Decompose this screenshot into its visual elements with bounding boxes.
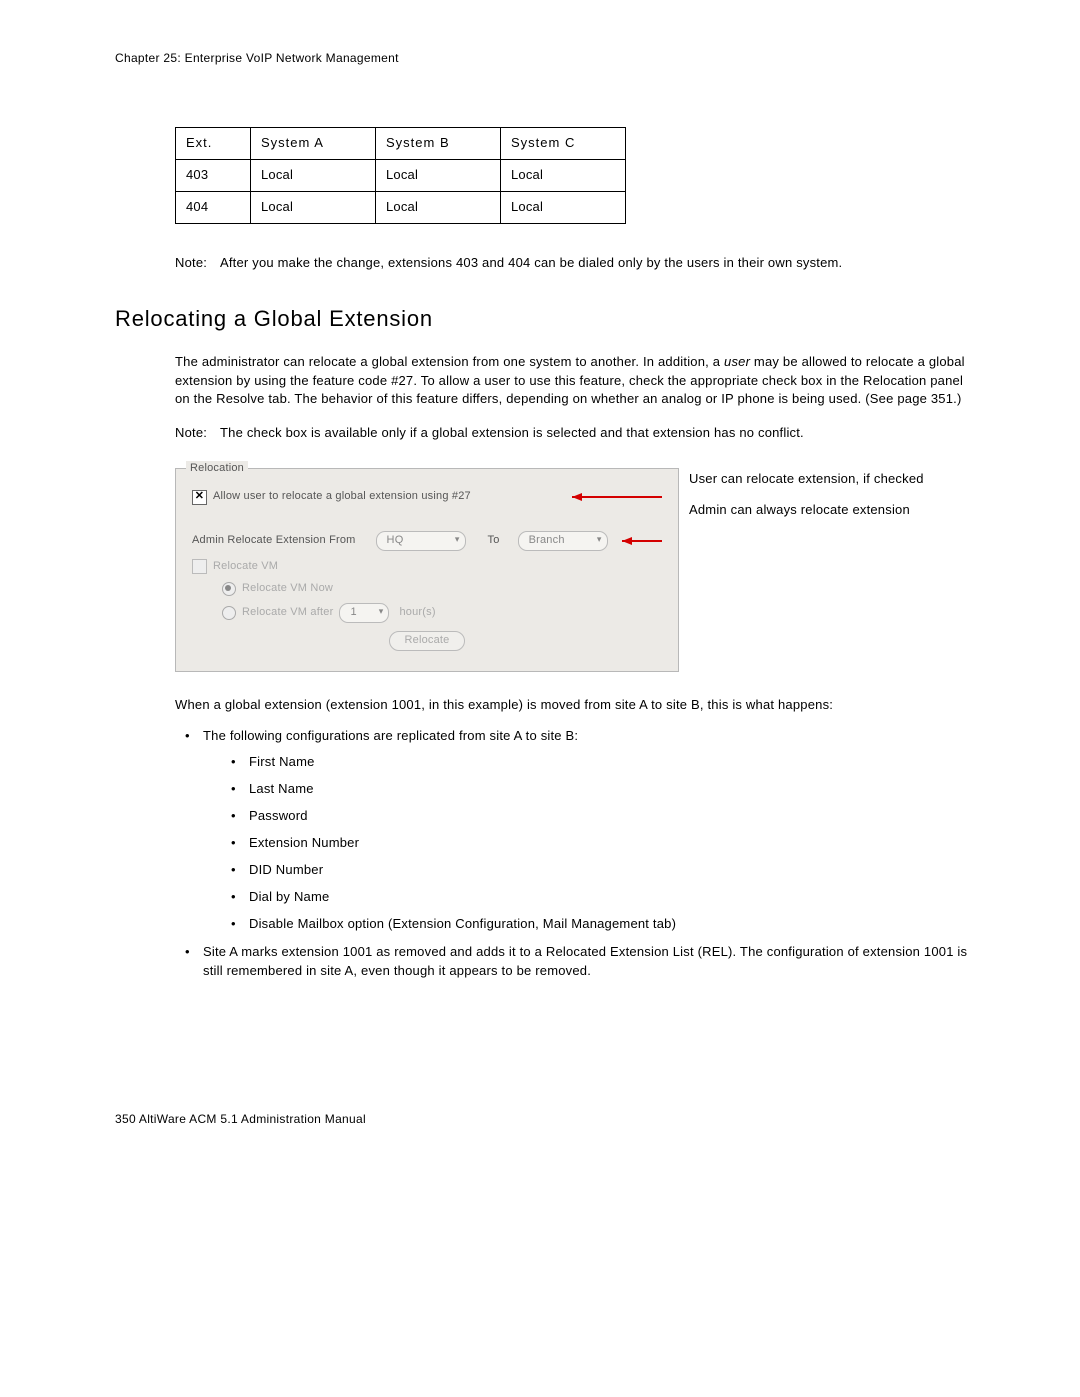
body-paragraph: When a global extension (extension 1001,… [175,696,970,715]
groupbox-label: Relocation [186,461,248,477]
relocate-vm-now-label: Relocate VM Now [242,581,333,597]
list-item: Last Name [231,780,970,799]
table-row: 403 Local Local Local [176,160,626,192]
note-text: The check box is available only if a glo… [220,424,970,443]
relocate-vm-after-unit: hour(s) [399,605,435,621]
list-item: Disable Mailbox option (Extension Config… [231,915,970,934]
list-item: Dial by Name [231,888,970,907]
figure-callouts: User can relocate extension, if checked … [679,468,970,672]
table-header-sys-c: System C [501,128,626,160]
to-system-dropdown[interactable]: Branch [518,531,608,551]
allow-user-checkbox[interactable]: ✕ [192,490,207,505]
para-emphasis: user [724,354,750,369]
body-paragraph: The administrator can relocate a global … [175,353,970,410]
table-header-ext: Ext. [176,128,251,160]
list-item: DID Number [231,861,970,880]
relocate-vm-checkbox[interactable] [192,559,207,574]
relocate-vm-label: Relocate VM [213,559,278,575]
bullet-list: The following configurations are replica… [185,727,970,981]
relocation-panel: Relocation ✕ Allow user to relocate a gl… [175,468,679,672]
callout-text: Admin can always relocate extension [689,501,970,520]
list-item: Site A marks extension 1001 as removed a… [185,943,970,981]
section-heading: Relocating a Global Extension [115,303,970,335]
relocate-vm-after-label: Relocate VM after [242,605,333,621]
from-system-dropdown[interactable]: HQ [376,531,466,551]
note-block: Note: After you make the change, extensi… [175,254,970,273]
list-item: The following configurations are replica… [185,727,970,934]
table-row: 404 Local Local Local [176,192,626,224]
to-label: To [488,533,500,549]
table-cell: Local [501,192,626,224]
list-text: The following configurations are replica… [203,728,578,743]
admin-relocate-label: Admin Relocate Extension From [192,533,356,549]
relocation-figure: Relocation ✕ Allow user to relocate a gl… [175,468,970,672]
table-cell: Local [501,160,626,192]
list-item: Extension Number [231,834,970,853]
note-text: After you make the change, extensions 40… [220,254,970,273]
table-cell: 404 [176,192,251,224]
relocate-vm-after-radio[interactable] [222,606,236,620]
page-footer: 350 AltiWare ACM 5.1 Administration Manu… [115,1111,366,1128]
callout-arrow-icon [572,491,662,503]
relocate-vm-now-radio[interactable] [222,582,236,596]
table-header-sys-a: System A [251,128,376,160]
note-label: Note: [175,254,220,273]
extension-system-table: Ext. System A System B System C 403 Loca… [175,127,626,224]
table-cell: Local [251,192,376,224]
para-text: The administrator can relocate a global … [175,354,724,369]
table-cell: 403 [176,160,251,192]
chapter-header: Chapter 25: Enterprise VoIP Network Mana… [115,50,970,67]
table-header-sys-b: System B [376,128,501,160]
table-cell: Local [376,192,501,224]
callout-arrow-icon [622,535,662,547]
note-label: Note: [175,424,220,443]
allow-user-label: Allow user to relocate a global extensio… [213,489,471,505]
callout-text: User can relocate extension, if checked [689,470,970,489]
list-item: Password [231,807,970,826]
table-cell: Local [376,160,501,192]
table-cell: Local [251,160,376,192]
bullet-sublist: First Name Last Name Password Extension … [231,753,970,933]
relocate-vm-after-value[interactable]: 1 [339,603,389,623]
relocate-button[interactable]: Relocate [389,631,464,651]
list-item: First Name [231,753,970,772]
note-block: Note: The check box is available only if… [175,424,970,443]
